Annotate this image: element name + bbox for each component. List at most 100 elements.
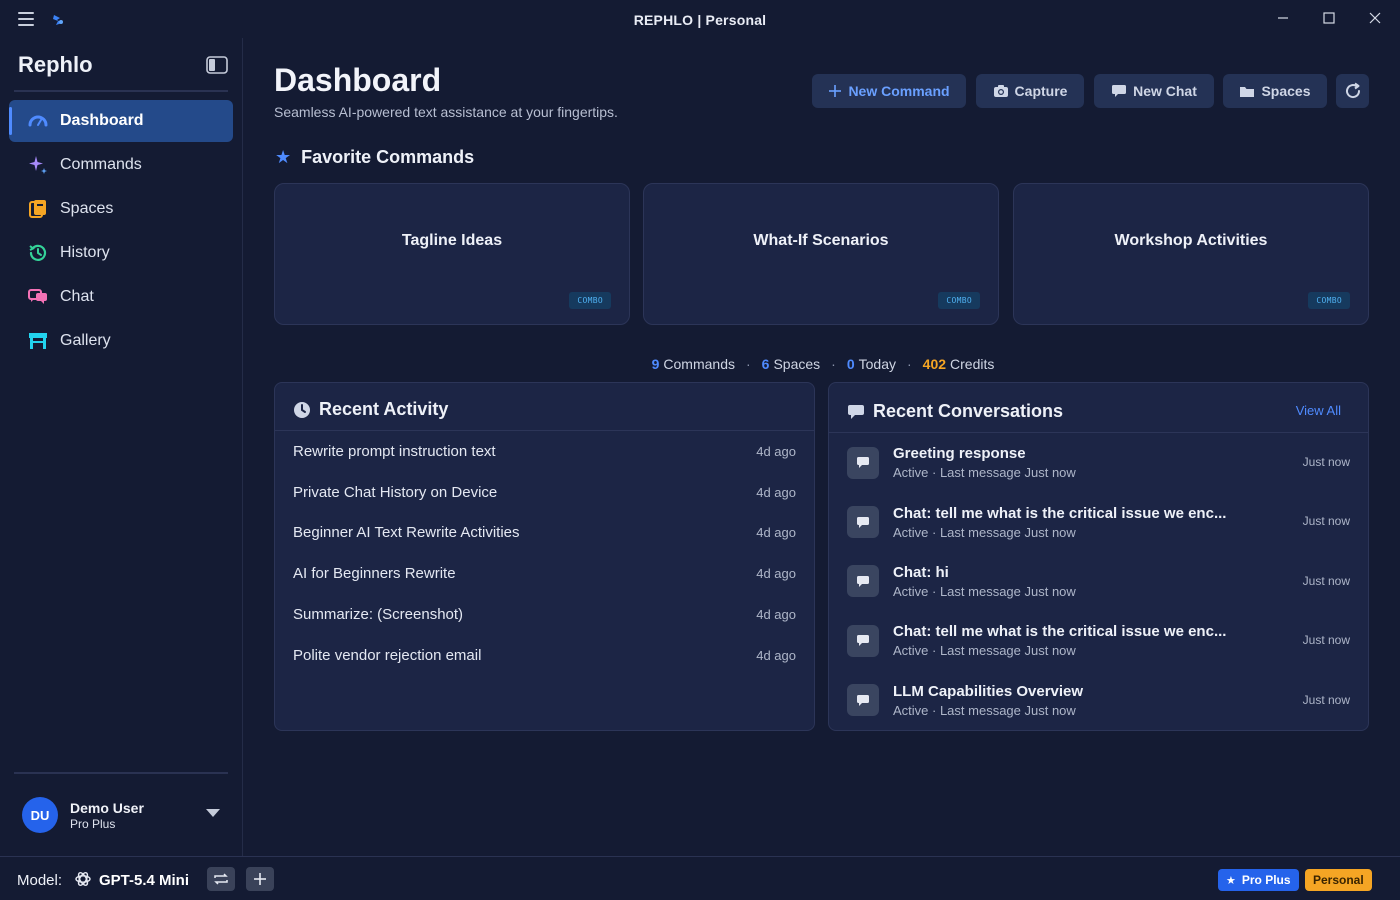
switch-model-button[interactable] <box>207 867 235 891</box>
sidebar-item-commands[interactable]: Commands <box>9 144 233 186</box>
new-chat-label: New Chat <box>1133 83 1197 99</box>
stat-label: Credits <box>950 356 995 372</box>
sidebar-item-label: Commands <box>60 156 142 173</box>
conversation-list: Greeting response Active · Last message … <box>829 433 1368 730</box>
plan-badge-label: Pro Plus <box>1241 873 1291 887</box>
conversation-time: Just now <box>1302 514 1350 529</box>
conversation-time: Just now <box>1302 692 1350 707</box>
folder-icon <box>1239 84 1255 98</box>
conversation-item[interactable]: Chat: tell me what is the critical issue… <box>829 611 1368 670</box>
conversation-status: Active · Last message Just now <box>893 524 1076 540</box>
sidebar-item-history[interactable]: History <box>9 232 233 274</box>
star-icon: ★ <box>1226 874 1236 887</box>
star-icon: ★ <box>275 147 292 167</box>
chat-bubbles-icon <box>27 286 49 308</box>
activity-list: Rewrite prompt instruction text 4d ago P… <box>275 431 814 676</box>
favorite-commands-label: Favorite Commands <box>301 147 475 167</box>
panel-title: Recent Activity <box>293 399 448 420</box>
divider <box>14 90 228 92</box>
sidebar-toggle-icon[interactable] <box>206 56 228 74</box>
favorite-card-tagline-ideas[interactable]: Tagline Ideas COMBO <box>274 183 630 325</box>
clock-icon <box>293 401 311 419</box>
list-item[interactable]: Polite vendor rejection email 4d ago <box>275 635 814 676</box>
conversation-item[interactable]: LLM Capabilities Overview Active · Last … <box>829 671 1368 730</box>
add-model-button[interactable] <box>246 867 274 891</box>
activity-time: 4d ago <box>756 484 796 500</box>
favorite-commands-heading: ★ Favorite Commands <box>275 147 474 168</box>
stat-spaces: 6 Spaces <box>762 356 821 372</box>
sidebar-item-label: Chat <box>60 288 94 305</box>
favorite-card-what-if-scenarios[interactable]: What-If Scenarios COMBO <box>643 183 999 325</box>
favorite-card-title: What-If Scenarios <box>753 232 889 249</box>
new-chat-button[interactable]: New Chat <box>1094 74 1214 108</box>
chevron-down-icon[interactable] <box>206 809 220 817</box>
favorite-card-title: Tagline Ideas <box>401 232 503 249</box>
new-command-label: New Command <box>848 83 950 99</box>
conversation-status: Active · Last message Just now <box>893 643 1076 659</box>
page-subtitle: Seamless AI-powered text assistance at y… <box>274 104 618 120</box>
divider <box>14 772 228 774</box>
refresh-button[interactable] <box>1336 74 1369 108</box>
conversation-item[interactable]: Greeting response Active · Last message … <box>829 433 1368 492</box>
favorite-card-workshop-activities[interactable]: Workshop Activities COMBO <box>1013 183 1369 325</box>
sidebar-item-spaces[interactable]: Spaces <box>9 188 233 230</box>
sidebar-item-dashboard[interactable]: Dashboard <box>9 100 233 142</box>
conversation-status: Active · Last message Just now <box>893 583 1076 599</box>
new-command-button[interactable]: New Command <box>812 74 966 108</box>
conversation-title: Chat: tell me what is the critical issue… <box>893 504 1227 522</box>
activity-time: 4d ago <box>756 443 796 459</box>
stat-value: 0 <box>846 356 855 372</box>
list-item[interactable]: Beginner AI Text Rewrite Activities 4d a… <box>275 513 814 554</box>
recent-conversations-title: Recent Conversations <box>873 401 1064 421</box>
activity-title: Rewrite prompt instruction text <box>293 442 496 460</box>
list-item[interactable]: AI for Beginners Rewrite 4d ago <box>275 553 814 594</box>
combo-badge: COMBO <box>938 292 980 309</box>
swap-icon <box>213 872 229 886</box>
storefront-icon <box>27 330 49 352</box>
plan-badge: ★ Pro Plus <box>1218 869 1299 891</box>
user-menu[interactable]: DU Demo User Pro Plus <box>22 795 228 835</box>
view-all-link[interactable]: View All <box>1296 403 1341 418</box>
activity-time: 4d ago <box>756 647 796 663</box>
separator: · <box>746 356 751 372</box>
activity-title: AI for Beginners Rewrite <box>293 565 456 583</box>
activity-title: Polite vendor rejection email <box>293 646 482 664</box>
workspace-badge: Personal <box>1305 869 1372 891</box>
sidebar-item-label: Spaces <box>60 200 114 217</box>
model-name[interactable]: GPT-5.4 Mini <box>99 872 189 889</box>
conversation-time: Just now <box>1302 633 1350 648</box>
conversation-title: Chat: hi <box>893 563 949 581</box>
chat-icon <box>1111 84 1127 98</box>
conversation-status: Active · Last message Just now <box>893 465 1076 481</box>
conversation-item[interactable]: Chat: hi Active · Last message Just now … <box>829 552 1368 611</box>
title-bar: REPHLO | Personal <box>0 0 1400 38</box>
list-item[interactable]: Private Chat History on Device 4d ago <box>275 472 814 513</box>
sparkle-icon <box>27 154 49 176</box>
list-item[interactable]: Rewrite prompt instruction text 4d ago <box>275 431 814 472</box>
separator: · <box>831 356 836 372</box>
chat-icon <box>847 404 865 420</box>
chat-icon <box>847 446 879 479</box>
activity-time: 4d ago <box>756 566 796 582</box>
capture-button[interactable]: Capture <box>976 74 1084 108</box>
plus-icon <box>828 84 842 98</box>
stat-commands: 9 Commands <box>652 356 735 372</box>
conversation-time: Just now <box>1302 455 1350 469</box>
activity-time: 4d ago <box>756 607 796 623</box>
conversation-status: Active · Last message Just now <box>893 702 1076 718</box>
spaces-button[interactable]: Spaces <box>1223 74 1327 108</box>
recent-conversations-panel: Recent Conversations View All Greeting r… <box>828 382 1369 731</box>
activity-time: 4d ago <box>756 525 796 541</box>
list-item[interactable]: Summarize: (Screenshot) 4d ago <box>275 594 814 635</box>
conversation-item[interactable]: Chat: tell me what is the critical issue… <box>829 492 1368 551</box>
maximize-icon[interactable] <box>1306 6 1352 30</box>
close-icon[interactable] <box>1352 6 1398 30</box>
brand-name: Rephlo <box>18 52 93 77</box>
plus-icon <box>253 872 267 886</box>
sidebar-item-chat[interactable]: Chat <box>9 276 233 318</box>
minimize-icon[interactable] <box>1260 6 1306 30</box>
chat-icon <box>847 684 879 717</box>
favorite-card-title: Workshop Activities <box>1114 232 1268 249</box>
panel-title: Recent Conversations <box>847 401 1063 422</box>
stat-value: 402 <box>922 356 947 372</box>
